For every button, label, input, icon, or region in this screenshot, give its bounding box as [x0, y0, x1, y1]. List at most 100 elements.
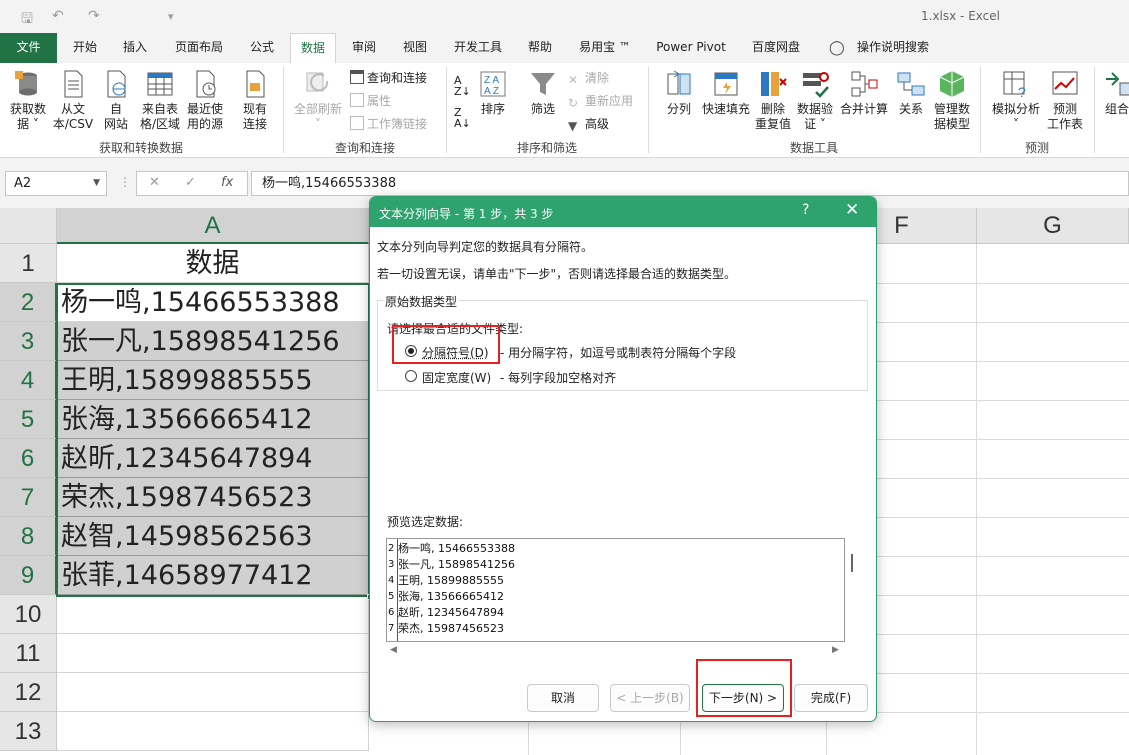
formula-input[interactable]: 杨一鸣,15466553388: [251, 171, 1129, 196]
undo-icon[interactable]: ↶: [52, 8, 64, 24]
properties-button[interactable]: 属性: [350, 93, 391, 109]
row-header[interactable]: 10: [0, 595, 57, 634]
svg-text:A Z: A Z: [484, 86, 499, 97]
preview-vertical-scrollbar[interactable]: [851, 554, 853, 572]
row-header[interactable]: 5: [0, 400, 57, 439]
group-button[interactable]: 组合: [1102, 69, 1129, 117]
cell-a4[interactable]: 王明,15899885555: [57, 361, 369, 400]
tab-power-pivot[interactable]: Power Pivot: [648, 33, 734, 63]
row-header[interactable]: 12: [0, 673, 57, 712]
column-header-g[interactable]: G: [977, 208, 1129, 244]
row-header[interactable]: 1: [0, 244, 57, 283]
tab-baidu-netdisk[interactable]: 百度网盘: [744, 33, 808, 63]
next-button[interactable]: 下一步(N) >: [702, 684, 784, 712]
scroll-left-icon[interactable]: ◀: [390, 645, 397, 655]
cell-a5[interactable]: 张海,13566665412: [57, 400, 369, 439]
finish-button[interactable]: 完成(F): [794, 684, 868, 712]
cell-a10[interactable]: [57, 595, 369, 634]
row-header[interactable]: 8: [0, 517, 57, 556]
tell-me-search[interactable]: 操作说明搜索: [850, 33, 936, 63]
preview-label: 预览选定数据:: [387, 515, 464, 529]
tab-page-layout[interactable]: 页面布局: [163, 33, 235, 63]
cell-a9[interactable]: 张菲,14658977412: [57, 556, 369, 595]
fixed-width-radio[interactable]: [405, 370, 417, 382]
column-header-a[interactable]: A: [57, 208, 369, 244]
cancel-button[interactable]: 取消: [527, 684, 599, 712]
advanced-filter-button[interactable]: ▼ 高级: [568, 116, 609, 133]
tab-help[interactable]: 帮助: [518, 33, 562, 63]
tab-view[interactable]: 视图: [393, 33, 437, 63]
customize-quick-access-icon[interactable]: ▾: [168, 10, 174, 23]
filter-button[interactable]: 筛选: [524, 69, 562, 117]
row-header[interactable]: 4: [0, 361, 57, 400]
close-button[interactable]: ✕: [845, 200, 859, 220]
row-header[interactable]: 6: [0, 439, 57, 478]
from-web-button[interactable]: 自网站: [98, 69, 134, 132]
manage-data-model-button[interactable]: 管理数 据模型: [932, 69, 972, 132]
insert-function-icon[interactable]: fx: [221, 175, 233, 190]
row-header[interactable]: 9: [0, 556, 57, 595]
back-button[interactable]: < 上一步(B): [610, 684, 690, 712]
delimited-label[interactable]: 分隔符号(D): [422, 344, 489, 361]
from-table-range-button[interactable]: 来自表 格/区域: [136, 69, 184, 132]
delimited-radio[interactable]: [405, 345, 417, 357]
tab-data[interactable]: 数据: [290, 33, 336, 64]
get-data-button[interactable]: 获取数据 ˅: [6, 69, 50, 132]
forecast-sheet-button[interactable]: 预测 工作表: [1044, 69, 1086, 132]
cancel-icon[interactable]: ✕: [149, 175, 160, 190]
group-separator: [1094, 67, 1095, 153]
tab-formulas[interactable]: 公式: [240, 33, 284, 63]
select-all-corner[interactable]: [0, 208, 57, 244]
tab-file[interactable]: 文件: [0, 33, 57, 63]
data-validation-button[interactable]: 数据验证 ˅: [794, 69, 836, 132]
refresh-all-button[interactable]: 全部刷新 ˅: [290, 69, 346, 132]
text-to-columns-button[interactable]: 分列: [660, 69, 698, 117]
flash-fill-button[interactable]: 快速填充: [700, 69, 752, 117]
formula-buttons: ✕ ✓ fx: [136, 171, 248, 196]
cell-a7[interactable]: 荣杰,15987456523: [57, 478, 369, 517]
cell-a11[interactable]: [57, 634, 369, 673]
name-box[interactable]: A2 ▼: [5, 171, 107, 196]
relationships-icon: [897, 72, 925, 96]
row-header[interactable]: 3: [0, 322, 57, 361]
cell-a2[interactable]: 杨一鸣,15466553388: [57, 283, 369, 322]
queries-connections-button[interactable]: 查询和连接: [350, 70, 427, 86]
row-header[interactable]: 7: [0, 478, 57, 517]
relationships-button[interactable]: 关系: [892, 69, 930, 117]
reapply-button[interactable]: ↻ 重新应用: [568, 93, 633, 110]
consolidate-button[interactable]: 合并计算: [838, 69, 890, 117]
cell-a13[interactable]: [57, 712, 369, 751]
cell-a8[interactable]: 赵智,14598562563: [57, 517, 369, 556]
scroll-right-icon[interactable]: ▶: [832, 645, 839, 655]
tab-insert[interactable]: 插入: [113, 33, 157, 63]
workbook-links-button[interactable]: 工作簿链接: [350, 116, 427, 132]
row-header[interactable]: 13: [0, 712, 57, 751]
recent-sources-button[interactable]: 最近使 用的源: [184, 69, 226, 132]
redo-icon[interactable]: ↷: [88, 8, 100, 24]
sort-ascending-icon[interactable]: A Z↓: [454, 75, 471, 97]
help-button[interactable]: ?: [802, 202, 809, 218]
clear-filter-button[interactable]: ✕ 清除: [568, 70, 609, 87]
remove-duplicates-button[interactable]: 删除 重复值: [754, 69, 792, 132]
fixed-width-label[interactable]: 固定宽度(W): [422, 369, 491, 386]
from-text-csv-button[interactable]: 从文 本/CSV: [50, 69, 96, 132]
tab-home[interactable]: 开始: [61, 33, 109, 63]
preview-line: 荣杰, 15987456523: [398, 622, 504, 635]
cell-a6[interactable]: 赵昕,12345647894: [57, 439, 369, 478]
what-if-analysis-button[interactable]: ? 模拟分析 ˅: [990, 69, 1042, 132]
sort-descending-icon[interactable]: Z A↓: [454, 107, 471, 129]
cell-a1[interactable]: 数据: [57, 244, 369, 283]
tab-developer[interactable]: 开发工具: [446, 33, 510, 63]
existing-connections-button[interactable]: 现有 连接: [236, 69, 274, 132]
preview-line: 张海, 13566665412: [398, 590, 504, 603]
save-icon[interactable]: 🖫: [21, 8, 33, 32]
row-header[interactable]: 11: [0, 634, 57, 673]
preview-panel[interactable]: 2 杨一鸣, 15466553388 3 张一凡, 15898541256 4 …: [386, 538, 845, 642]
confirm-icon[interactable]: ✓: [185, 175, 196, 190]
cell-a12[interactable]: [57, 673, 369, 712]
cell-a3[interactable]: 张一凡,15898541256: [57, 322, 369, 361]
sort-button[interactable]: Z AA Z 排序: [474, 69, 512, 117]
row-header[interactable]: 2: [0, 283, 57, 322]
tab-review[interactable]: 审阅: [342, 33, 386, 63]
tab-yiyongbao[interactable]: 易用宝 ™: [572, 33, 638, 63]
